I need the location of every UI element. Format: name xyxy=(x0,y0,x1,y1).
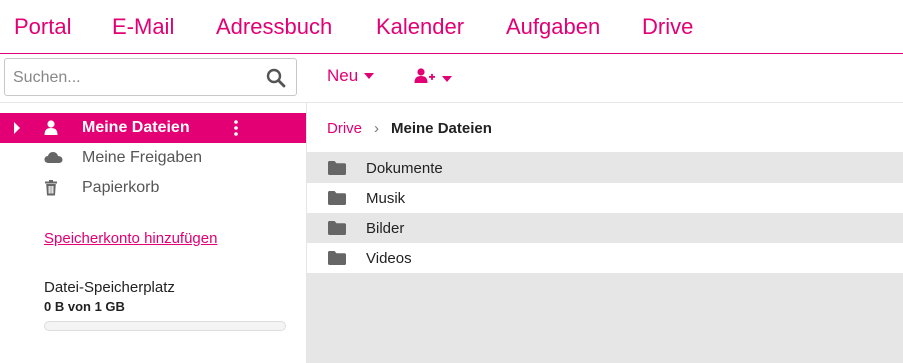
sidebar-item-label: Meine Dateien xyxy=(82,119,190,136)
sidebar-item-my-shares[interactable]: Meine Freigaben xyxy=(0,143,306,173)
tab-calendar[interactable]: Kalender xyxy=(376,14,464,40)
sidebar-item-my-files[interactable]: Meine Dateien xyxy=(0,113,306,143)
search-icon[interactable] xyxy=(266,68,286,88)
user-icon xyxy=(44,120,62,136)
trash-icon xyxy=(44,180,62,196)
file-name: Dokumente xyxy=(366,160,443,177)
tab-portal[interactable]: Portal xyxy=(14,14,71,40)
new-button[interactable]: Neu xyxy=(327,66,375,86)
tab-drive[interactable]: Drive xyxy=(642,14,693,40)
file-row[interactable]: Musik xyxy=(307,183,903,213)
search-input[interactable] xyxy=(13,67,263,89)
file-row[interactable]: Bilder xyxy=(307,213,903,243)
toolbar-divider xyxy=(0,102,903,103)
file-name: Bilder xyxy=(366,220,405,237)
breadcrumb-root-link[interactable]: Drive xyxy=(327,120,362,137)
top-navigation: Portal E-Mail Adressbuch Kalender Aufgab… xyxy=(0,0,903,54)
share-button[interactable] xyxy=(414,68,452,89)
new-button-label: Neu xyxy=(327,66,359,85)
file-row[interactable]: Videos xyxy=(307,243,903,273)
folder-icon xyxy=(328,161,346,175)
sidebar-item-trash[interactable]: Papierkorb xyxy=(0,173,306,203)
breadcrumb-current: Meine Dateien xyxy=(391,120,492,137)
folder-icon xyxy=(328,251,346,265)
chevron-down-icon xyxy=(364,73,375,79)
sidebar-item-label: Meine Freigaben xyxy=(82,149,203,166)
chevron-down-icon xyxy=(442,75,452,82)
cloud-icon xyxy=(44,150,63,166)
sidebar-item-label: Papierkorb xyxy=(82,179,160,196)
breadcrumb: Drive › Meine Dateien xyxy=(327,120,492,137)
expand-arrow-icon[interactable] xyxy=(14,122,20,134)
file-name: Musik xyxy=(366,190,406,207)
add-storage-account-link[interactable]: Speicherkonto hinzufügen xyxy=(44,230,217,247)
folder-icon xyxy=(328,191,346,205)
add-user-icon xyxy=(414,68,436,89)
file-name: Videos xyxy=(366,250,412,267)
breadcrumb-separator-icon: › xyxy=(374,120,380,137)
storage-quota-bar xyxy=(44,321,286,331)
tab-addressbook[interactable]: Adressbuch xyxy=(216,14,332,40)
tab-tasks[interactable]: Aufgaben xyxy=(506,14,600,40)
storage-quota-title: Datei-Speicherplatz xyxy=(44,279,175,296)
more-options-icon[interactable] xyxy=(233,119,239,137)
search-box xyxy=(4,58,297,96)
folder-icon xyxy=(328,221,346,235)
tab-email[interactable]: E-Mail xyxy=(112,14,174,40)
file-row[interactable]: Dokumente xyxy=(307,153,903,183)
storage-quota-value: 0 B von 1 GB xyxy=(44,299,125,314)
